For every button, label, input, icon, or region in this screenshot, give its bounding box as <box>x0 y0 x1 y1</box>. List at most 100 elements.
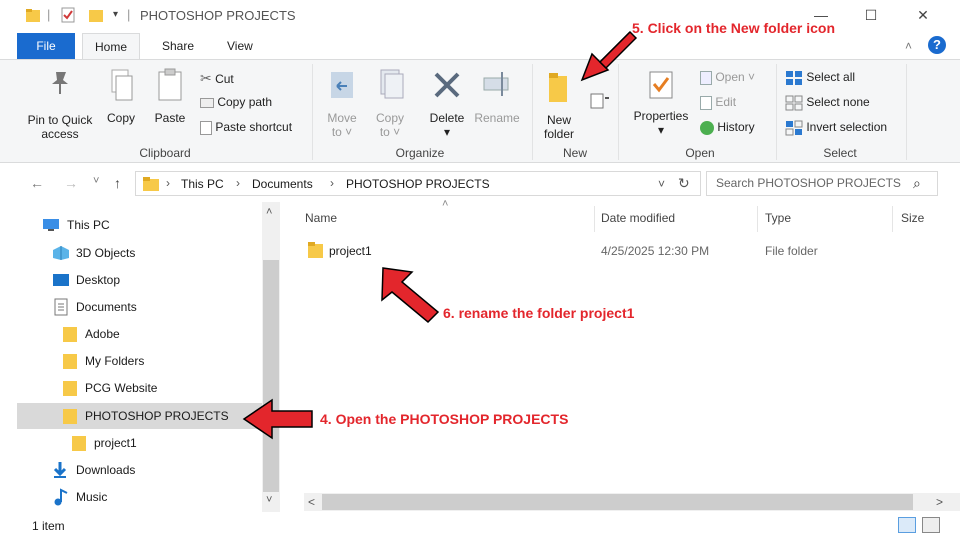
nav-item-music[interactable]: Music <box>0 484 262 510</box>
edit-button[interactable]: Edit <box>700 95 736 110</box>
properties-quick-icon[interactable] <box>60 7 76 23</box>
download-arrow-icon <box>53 462 67 478</box>
new-item-button[interactable] <box>588 90 610 113</box>
address-dropdown[interactable]: ˅ <box>658 177 665 191</box>
history-button[interactable]: History <box>700 120 755 135</box>
copy-path-icon <box>200 97 214 108</box>
folder-icon <box>26 9 40 22</box>
nav-item-documents[interactable]: Documents <box>0 294 262 320</box>
new-folder-button[interactable]: New folder <box>538 68 580 141</box>
breadcrumb-current[interactable]: PHOTOSHOP PROJECTS <box>346 177 490 191</box>
back-button[interactable]: ← <box>30 175 44 191</box>
window-title: PHOTOSHOP PROJECTS <box>140 8 296 23</box>
paste-button[interactable]: Paste <box>148 68 192 125</box>
cube-icon <box>53 246 69 260</box>
ribbon-tabs: File Home Share View ˄ ? <box>0 33 960 60</box>
properties-button[interactable]: Properties ▾ <box>630 68 692 137</box>
tab-home[interactable]: Home <box>82 33 141 60</box>
paste-shortcut-button[interactable]: Paste shortcut <box>200 120 292 135</box>
help-icon[interactable]: ? <box>928 36 946 54</box>
new-folder-quick-icon[interactable] <box>88 7 104 23</box>
up-button[interactable]: ↑ <box>114 175 121 191</box>
nav-item-this-pc[interactable]: This PC <box>0 212 262 238</box>
desktop-icon <box>53 274 69 286</box>
nav-item-adobe[interactable]: Adobe <box>0 321 262 347</box>
nav-item-desktop[interactable]: Desktop <box>0 267 262 293</box>
music-note-icon <box>54 488 68 506</box>
scroll-up-button[interactable]: ˄ <box>266 206 272 218</box>
nav-scroll-thumb[interactable] <box>263 260 279 492</box>
refresh-button[interactable]: ↻ <box>678 175 690 192</box>
group-label-select: Select <box>823 146 857 160</box>
group-label-organize: Organize <box>395 146 445 160</box>
column-header-date[interactable]: Date modified <box>601 211 675 225</box>
column-header-name[interactable]: Name <box>305 211 337 225</box>
maximize-button[interactable]: ☐ <box>853 4 889 26</box>
file-date: 4/25/2025 12:30 PM <box>601 244 710 258</box>
folder-icon <box>63 409 77 424</box>
pin-to-quick-access-button[interactable]: Pin to Quick access <box>20 68 100 141</box>
nav-item-project1[interactable]: project1 <box>0 430 262 456</box>
collapse-ribbon-icon[interactable]: ˄ <box>905 39 912 53</box>
folder-icon <box>63 381 77 396</box>
select-all-icon <box>786 71 802 85</box>
group-label-new: New <box>562 146 587 160</box>
copy-to-icon <box>380 69 404 99</box>
column-header-type[interactable]: Type <box>765 211 791 225</box>
tab-share[interactable]: Share <box>150 33 206 59</box>
tab-file[interactable]: File <box>17 33 75 59</box>
scroll-left-button[interactable]: < <box>308 495 315 509</box>
nav-vertical-scrollbar[interactable]: ˄ ˅ <box>262 202 280 512</box>
nav-item-photoshop-projects[interactable]: PHOTOSHOP PROJECTS <box>17 403 262 429</box>
forward-button[interactable]: → <box>64 175 78 191</box>
move-to-button[interactable]: Move to ˅ <box>322 68 362 139</box>
table-row[interactable]: project1 4/25/2025 12:30 PM File folder <box>302 240 942 262</box>
select-none-icon <box>785 95 803 111</box>
copy-path-button[interactable]: Copy path <box>200 95 272 109</box>
select-all-button[interactable]: Select all <box>785 70 855 86</box>
new-folder-icon <box>549 73 567 102</box>
column-header-size[interactable]: Size <box>901 211 924 225</box>
quick-access-dropdown[interactable]: ▾ <box>113 9 118 20</box>
close-button[interactable]: ✕ <box>905 4 941 26</box>
open-button[interactable]: Open ˅ <box>700 70 755 85</box>
paste-shortcut-icon <box>200 120 212 135</box>
nav-item-3d-objects[interactable]: 3D Objects <box>0 240 262 266</box>
scroll-right-button[interactable]: > <box>936 495 943 509</box>
ribbon: Pin to Quick access Copy Paste ✂ Cut Cop… <box>0 59 960 163</box>
large-icons-view-icon[interactable] <box>922 517 940 533</box>
details-view-icon[interactable] <box>898 517 916 533</box>
horizontal-scrollbar[interactable]: < > <box>304 493 960 511</box>
rename-icon <box>483 72 509 96</box>
delete-button[interactable]: Delete ▾ <box>424 68 470 139</box>
annotation-step5: 5. Click on the New folder icon <box>632 20 836 36</box>
open-icon <box>700 70 712 85</box>
nav-item-pcg-website[interactable]: PCG Website <box>0 375 262 401</box>
history-icon <box>700 120 714 135</box>
monitor-icon <box>43 219 59 231</box>
copy-button[interactable]: Copy <box>103 68 139 125</box>
document-icon <box>54 298 68 316</box>
breadcrumb-this-pc[interactable]: This PC <box>181 177 224 191</box>
scroll-down-button[interactable]: ˅ <box>266 494 272 506</box>
sort-indicator-icon: ˄ <box>442 198 449 210</box>
nav-item-downloads[interactable]: Downloads <box>0 457 262 483</box>
address-bar[interactable]: › This PC › Documents › PHOTOSHOP PROJEC… <box>135 171 701 196</box>
horizontal-scroll-thumb[interactable] <box>322 494 913 510</box>
invert-selection-button[interactable]: Invert selection <box>785 120 887 136</box>
breadcrumb-documents[interactable]: Documents <box>252 177 313 191</box>
search-icon[interactable]: ⌕ <box>913 172 921 195</box>
file-list: ˄ Name Date modified Type Size project1 … <box>282 198 960 512</box>
tab-view[interactable]: View <box>215 33 265 59</box>
rename-button[interactable]: Rename <box>472 68 522 125</box>
recent-locations-button[interactable]: ˅ <box>93 175 99 187</box>
folder-icon <box>72 436 86 451</box>
cut-button[interactable]: ✂ Cut <box>200 70 234 87</box>
folder-icon <box>63 327 77 342</box>
nav-item-my-folders[interactable]: My Folders <box>0 348 262 374</box>
select-none-button[interactable]: Select none <box>785 95 870 111</box>
address-row: ← → ˅ ↑ › This PC › Documents › PHOTOSHO… <box>0 166 960 202</box>
search-input[interactable]: Search PHOTOSHOP PROJECTS ⌕ <box>706 171 938 196</box>
pin-icon <box>52 72 68 94</box>
copy-to-button[interactable]: Copy to ˅ <box>370 68 410 139</box>
